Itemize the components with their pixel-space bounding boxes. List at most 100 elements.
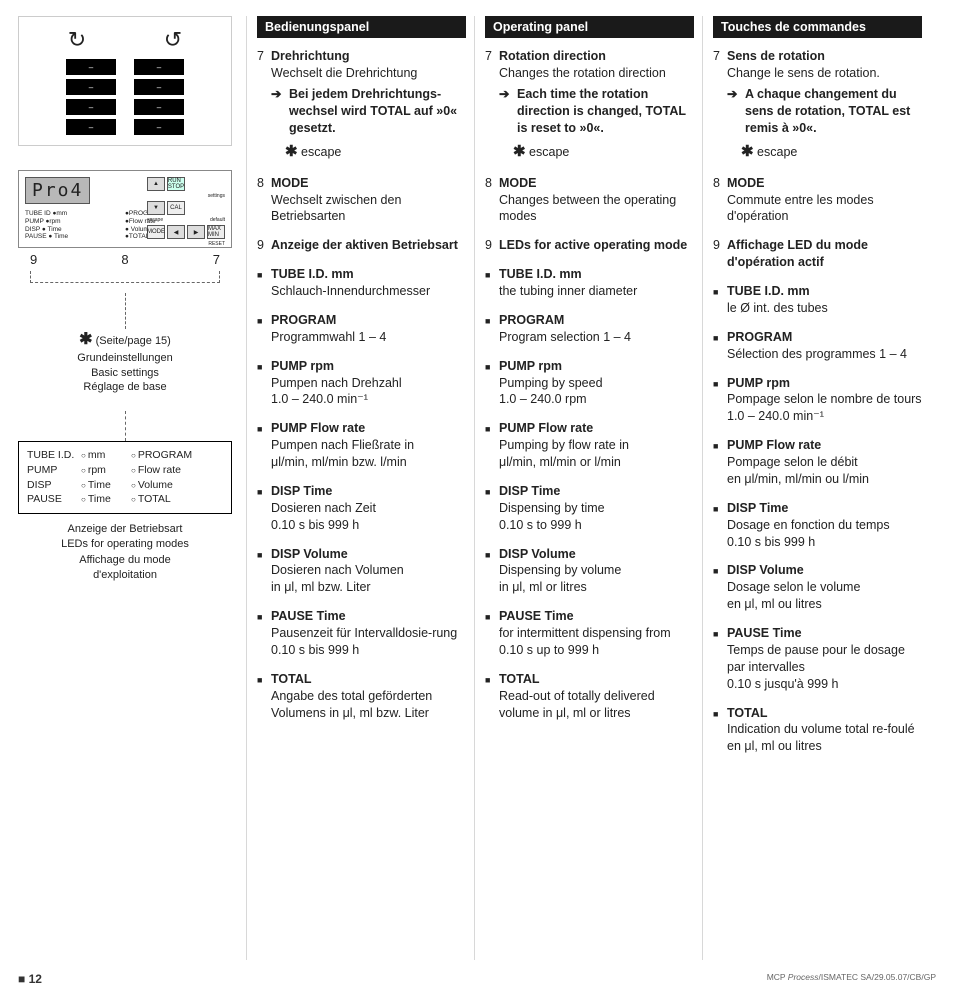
bullet-title: TUBE I.D. mm [499,266,694,283]
bullet-item: ■ PAUSE Timefor intermittent dispensing … [485,608,694,659]
bullet-title: PUMP rpm [271,358,466,375]
bullet-title: TOTAL [727,705,922,722]
bullet-item: ■ DISP TimeDosage en fonction du temps0.… [713,500,922,551]
bullet-desc: Pumping by speed1.0 – 240.0 rpm [499,376,603,407]
item-number: 8 [485,175,499,226]
bullet-item: ■ DISP TimeDispensing by time0.10 s to 9… [485,483,694,534]
column-header: Touches de commandes [713,16,922,38]
asterisk-icon: ✱ [79,331,92,348]
rotate-cw-icon: ↻ [68,27,86,53]
square-bullet-icon: ■ [485,671,499,722]
bullet-desc: Read-out of totally delivered volume in … [499,689,655,720]
bullet-item: ■ DISP VolumeDosieren nach Volumenin μl,… [257,546,466,597]
bullet-item: ■ PAUSE TimePausenzeit für Intervalldosi… [257,608,466,659]
bullet-title: TUBE I.D. mm [271,266,466,283]
item-number: 9 [713,237,727,271]
item-8: 8 MODE Wechselt zwischen den Betriebsart… [257,175,466,226]
bullet-item: ■ PROGRAMSélection des programmes 1 – 4 [713,329,922,363]
cal-button: CAL [167,201,185,215]
bullet-desc: Dispensing by volumein μl, ml or litres [499,563,621,594]
bullet-title: PROGRAM [727,329,922,346]
item-number: 7 [485,48,499,163]
button-grid-icon: –– –– –– –– [29,59,221,135]
item-title: LEDs for active operating mode [499,238,687,252]
bullet-title: TOTAL [499,671,694,688]
bullet-desc: Dosage selon le volumeen μl, ml ou litre… [727,580,860,611]
bullet-desc: le Ø int. des tubes [727,301,828,315]
arrow-right-icon: ➔ [727,86,745,137]
bullet-item: ■ PROGRAMProgrammwahl 1 – 4 [257,312,466,346]
square-bullet-icon: ■ [257,546,271,597]
bullet-title: DISP Volume [271,546,466,563]
square-bullet-icon: ■ [713,375,727,426]
mode-button: MODE [147,225,165,239]
bullet-title: PROGRAM [499,312,694,329]
bullet-item: ■ TOTALRead-out of totally delivered vol… [485,671,694,722]
asterisk-icon: ✱ [285,143,298,160]
square-bullet-icon: ■ [257,358,271,409]
page-number: 12 [18,972,42,986]
item-9: 9 Affichage LED du mode d'opération acti… [713,237,922,271]
item-number: 9 [485,237,499,254]
bullet-title: PAUSE Time [499,608,694,625]
bullet-title: DISP Volume [499,546,694,563]
column-header: Operating panel [485,16,694,38]
asterisk-icon: ✱ [513,143,526,160]
bullet-desc: Program selection 1 – 4 [499,330,631,344]
bullet-desc: Pompage selon le nombre de tours 1.0 – 2… [727,392,922,423]
square-bullet-icon: ■ [713,437,727,488]
item-number: 7 [257,48,271,163]
square-bullet-icon: ■ [713,283,727,317]
item-7: 7 Rotation direction Changes the rotatio… [485,48,694,163]
bullet-item: ■ TOTALAngabe des total geförderten Volu… [257,671,466,722]
bullet-item: ■ PUMP Flow ratePompage selon le débiten… [713,437,922,488]
escape-note: ✱ escape [741,142,922,162]
bullet-desc: Indication du volume total re-foulé en μ… [727,722,915,753]
item-sub: Changes between the operating modes [499,193,676,224]
item-number: 9 [257,237,271,254]
bullet-item: ■ PUMP rpmPumpen nach Drehzahl1.0 – 240.… [257,358,466,409]
item-sub: Wechselt zwischen den Betriebsarten [271,193,401,224]
device-panel-illustration: Pro4 ▲ RUN STOP settings ▼ CAL escapedef… [18,170,232,248]
bullet-title: PAUSE Time [727,625,922,642]
square-bullet-icon: ■ [257,483,271,534]
bullet-item: ■ TUBE I.D. mmSchlauch-Innendurchmesser [257,266,466,300]
bullet-desc: Pumping by flow rate inμl/min, ml/min or… [499,438,629,469]
bullet-item: ■ PUMP rpmPompage selon le nombre de tou… [713,375,922,426]
item-9: 9 LEDs for active operating mode [485,237,694,254]
dashed-bracket-icon [30,271,220,283]
square-bullet-icon: ■ [713,705,727,756]
bullet-item: ■ PAUSE TimeTemps de pause pour le dosag… [713,625,922,693]
item-9: 9 Anzeige der aktiven Betriebsart [257,237,466,254]
arrow-note: Bei jedem Drehrichtungs-wechsel wird TOT… [289,86,466,137]
bullet-desc: the tubing inner diameter [499,284,637,298]
square-bullet-icon: ■ [257,420,271,471]
bullet-title: PROGRAM [271,312,466,329]
bullet-desc: Dispensing by time0.10 s to 999 h [499,501,605,532]
bullet-title: DISP Time [727,500,922,517]
bullet-desc: for intermittent dispensing from 0.10 s … [499,626,671,657]
reset-label: RESET [147,241,225,247]
arrow-right-icon: ➔ [271,86,289,137]
default-label: default [210,217,225,223]
bullet-item: ■ DISP VolumeDosage selon le volumeen μl… [713,562,922,613]
left-illustrations: ↻ ↺ –– –– –– –– Pro4 ▲ RUN STOP settings… [18,16,246,960]
bullet-title: PUMP Flow rate [727,437,922,454]
asterisk-icon: ✱ [741,143,754,160]
arrow-note: Each time the rotation direction is chan… [517,86,694,137]
square-bullet-icon: ■ [257,312,271,346]
item-title: Sens de rotation [727,49,825,63]
bullet-title: DISP Time [499,483,694,500]
bullet-title: TOTAL [271,671,466,688]
bullet-desc: Pompage selon le débiten μl/min, ml/min … [727,455,869,486]
square-bullet-icon: ■ [485,358,499,409]
settings-label: settings [147,193,225,199]
escape-note: ✱ escape [513,142,694,162]
escape-label: escape [147,217,163,223]
callout-numbers: 9 8 7 [18,252,232,267]
item-number: 7 [713,48,727,163]
square-bullet-icon: ■ [485,266,499,300]
item-title: MODE [727,176,765,190]
square-bullet-icon: ■ [713,562,727,613]
rotate-ccw-icon: ↺ [164,27,182,53]
